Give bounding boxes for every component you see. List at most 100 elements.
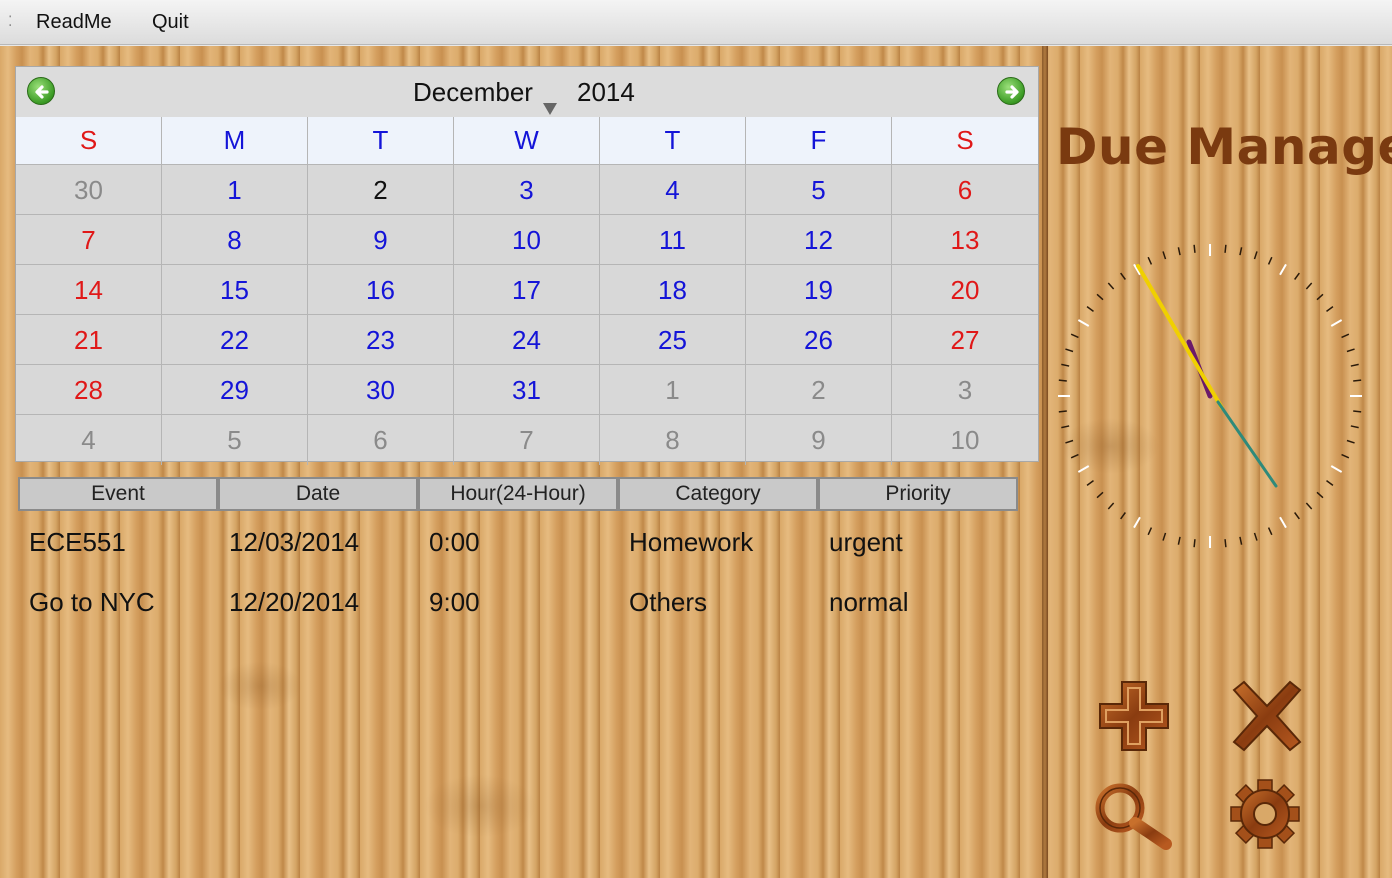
weekday-header: T <box>308 117 454 165</box>
clock-tick <box>1239 536 1243 545</box>
weekday-header: S <box>16 117 162 165</box>
calendar-day-cell[interactable]: 7 <box>16 215 162 265</box>
calendar-day-cell[interactable]: 6 <box>892 165 1038 215</box>
left-arrow-icon <box>35 85 49 99</box>
clock-tick <box>1147 527 1153 536</box>
calendar-day-cell[interactable]: 1 <box>600 365 746 415</box>
date-cell: 12/20/2014 <box>229 587 360 617</box>
search-button[interactable] <box>1094 782 1174 850</box>
calendar-day-cell[interactable]: 21 <box>16 315 162 365</box>
settings-button[interactable] <box>1224 778 1306 850</box>
clock-tick <box>1326 480 1334 486</box>
menubar: ⁚ ReadMe Quit <box>0 0 1392 45</box>
clock-tick <box>1267 527 1273 536</box>
clock-tick <box>1267 256 1273 265</box>
clock-tick <box>1086 306 1094 312</box>
hour-cell: 9:00 <box>429 587 480 617</box>
clock-tick <box>1162 251 1167 260</box>
column-header-event[interactable]: Event <box>18 477 218 511</box>
add-button[interactable] <box>1096 678 1172 754</box>
clock-tick <box>1330 465 1343 473</box>
minute-hand <box>1136 264 1224 410</box>
weekday-header: T <box>600 117 746 165</box>
prev-month-button[interactable] <box>27 77 55 105</box>
calendar-day-cell[interactable]: 9 <box>308 215 454 265</box>
clock-tick <box>1096 491 1104 499</box>
clock-tick <box>1077 319 1090 327</box>
clock-tick <box>1224 539 1227 548</box>
calendar-day-cell[interactable]: 6 <box>308 415 454 465</box>
month-dropdown-icon[interactable] <box>543 103 557 115</box>
next-month-button[interactable] <box>997 77 1025 105</box>
calendar-day-cell[interactable]: 1 <box>162 165 308 215</box>
magnifier-icon <box>1095 783 1172 850</box>
clock-tick <box>1058 379 1067 382</box>
calendar-day-cell[interactable]: 8 <box>162 215 308 265</box>
clock-tick <box>1077 465 1090 473</box>
calendar-day-cell[interactable]: 10 <box>892 415 1038 465</box>
clock-tick <box>1120 272 1126 280</box>
calendar-day-cell[interactable]: 11 <box>600 215 746 265</box>
menu-readme[interactable]: ReadMe <box>36 11 112 34</box>
clock-tick <box>1162 532 1167 541</box>
clock-tick <box>1193 539 1196 548</box>
calendar-day-cell[interactable]: 24 <box>454 315 600 365</box>
calendar-day-cell[interactable]: 7 <box>454 415 600 465</box>
calendar-day-cell[interactable]: 23 <box>308 315 454 365</box>
calendar-day-cell[interactable]: 14 <box>16 265 162 315</box>
calendar-day-cell[interactable]: 5 <box>746 165 892 215</box>
cross-icon <box>1232 680 1302 752</box>
calendar-day-cell[interactable]: 10 <box>454 215 600 265</box>
clock-tick <box>1061 425 1070 429</box>
calendar-day-cell[interactable]: 20 <box>892 265 1038 315</box>
month-select[interactable]: December <box>413 77 533 108</box>
clock-tick <box>1065 439 1074 444</box>
weekday-header: M <box>162 117 308 165</box>
calendar-day-cell[interactable]: 17 <box>454 265 600 315</box>
calendar-day-cell[interactable]: 2 <box>308 165 454 215</box>
calendar-day-cell[interactable]: 3 <box>454 165 600 215</box>
calendar-day-cell[interactable]: 8 <box>600 415 746 465</box>
gear-icon <box>1230 779 1300 849</box>
calendar-day-cell[interactable]: 27 <box>892 315 1038 365</box>
calendar-day-cell[interactable]: 13 <box>892 215 1038 265</box>
calendar-day-cell[interactable]: 2 <box>746 365 892 415</box>
calendar-day-cell[interactable]: 4 <box>600 165 746 215</box>
clock-tick <box>1350 363 1359 367</box>
calendar-day-cell[interactable]: 12 <box>746 215 892 265</box>
delete-button[interactable] <box>1230 680 1304 752</box>
year-label[interactable]: 2014 <box>577 77 635 108</box>
date-cell: 12/03/2014 <box>229 527 360 557</box>
clock-tick <box>1058 410 1067 413</box>
calendar-day-cell[interactable]: 31 <box>454 365 600 415</box>
calendar-day-cell[interactable]: 18 <box>600 265 746 315</box>
menu-quit[interactable]: Quit <box>152 11 189 34</box>
calendar-day-cell[interactable]: 3 <box>892 365 1038 415</box>
column-header-hour[interactable]: Hour(24-Hour) <box>418 477 618 511</box>
clock-tick <box>1107 502 1115 510</box>
calendar-day-cell[interactable]: 9 <box>746 415 892 465</box>
clock-tick <box>1120 512 1126 520</box>
weekday-header: F <box>746 117 892 165</box>
calendar-day-cell[interactable]: 5 <box>162 415 308 465</box>
calendar-day-cell[interactable]: 4 <box>16 415 162 465</box>
calendar-day-cell[interactable]: 19 <box>746 265 892 315</box>
column-header-priority[interactable]: Priority <box>818 477 1018 511</box>
calendar-day-cell[interactable]: 30 <box>308 365 454 415</box>
clock-tick <box>1193 244 1196 253</box>
column-header-category[interactable]: Category <box>618 477 818 511</box>
clock-tick <box>1350 425 1359 429</box>
calendar-day-cell[interactable]: 15 <box>162 265 308 315</box>
calendar-day-cell[interactable]: 16 <box>308 265 454 315</box>
weekday-header: W <box>454 117 600 165</box>
clock-tick <box>1061 363 1070 367</box>
calendar-day-cell[interactable]: 22 <box>162 315 308 365</box>
calendar-day-cell[interactable]: 26 <box>746 315 892 365</box>
second-hand <box>1216 400 1278 488</box>
column-header-date[interactable]: Date <box>218 477 418 511</box>
calendar-day-cell[interactable]: 30 <box>16 165 162 215</box>
calendar-day-cell[interactable]: 25 <box>600 315 746 365</box>
calendar-day-cell[interactable]: 29 <box>162 365 308 415</box>
priority-cell: urgent <box>829 527 903 557</box>
calendar-day-cell[interactable]: 28 <box>16 365 162 415</box>
